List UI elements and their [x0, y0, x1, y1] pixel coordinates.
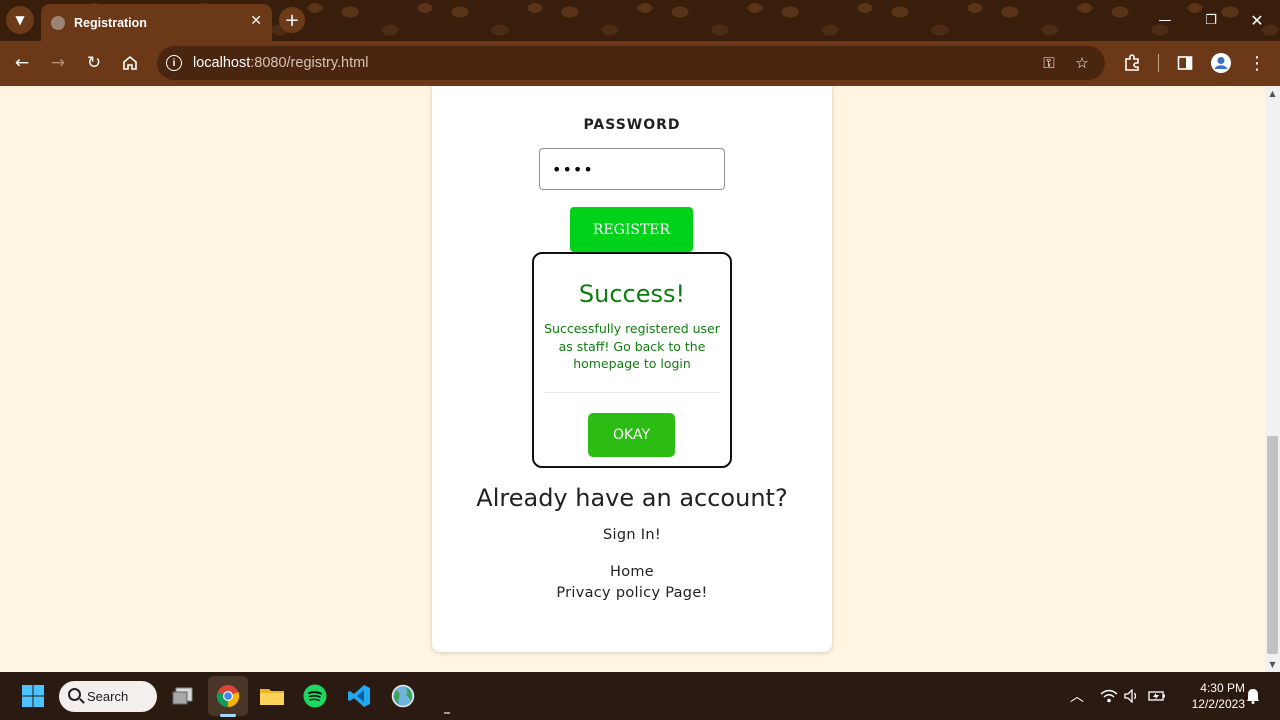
show-hidden-icons-button[interactable]: ︿ — [1066, 672, 1088, 720]
toolbar-divider — [1158, 54, 1159, 72]
forward-button[interactable]: → — [44, 49, 72, 77]
address-bar[interactable]: i localhost:8080/registry.html ⚿ ☆ — [157, 46, 1105, 80]
browser-toolbar: ← → ↻ i localhost:8080/registry.html ⚿ ☆ — [0, 41, 1280, 86]
reload-button[interactable]: ↻ — [80, 49, 108, 77]
bell-icon — [1247, 689, 1259, 704]
search-icon — [68, 688, 81, 701]
start-button[interactable] — [16, 672, 50, 720]
kebab-menu-icon: ⋮ — [1248, 52, 1266, 74]
password-value: •••• — [552, 159, 594, 179]
profile-button[interactable] — [1207, 49, 1235, 77]
globe-favicon-icon — [51, 15, 65, 30]
folder-icon — [260, 689, 284, 705]
url-host: localhost — [193, 55, 251, 71]
home-icon — [123, 55, 137, 70]
spotify-button[interactable] — [300, 672, 330, 720]
restore-icon: ❐ — [1205, 13, 1217, 28]
globe-app-icon — [391, 684, 415, 708]
chrome-taskbar-button[interactable] — [213, 672, 243, 720]
close-window-button[interactable]: ✕ — [1234, 0, 1280, 41]
already-have-account-heading: Already have an account? — [476, 484, 788, 512]
search-label: Search — [87, 689, 129, 704]
system-clock[interactable]: 4:30 PM 12/2/2023 — [1175, 680, 1245, 712]
side-panel-icon — [1177, 56, 1193, 70]
okay-button[interactable]: OKAY — [588, 413, 675, 457]
avatar-icon — [1211, 53, 1231, 73]
chevron-down-icon: ▼ — [15, 13, 25, 27]
tab-registration[interactable]: Registration ✕ — [41, 4, 272, 41]
plus-icon: + — [284, 9, 300, 31]
scroll-down-arrow-icon[interactable]: ▼ — [1265, 660, 1280, 669]
speaker-icon — [1124, 689, 1137, 703]
tab-strip: ▼ Registration ✕ + — ❐ ✕ — [0, 0, 1280, 41]
chevron-up-icon: ︿ — [1070, 689, 1084, 705]
spotify-icon — [303, 684, 327, 708]
dialog-title: Success! — [578, 280, 686, 308]
site-info-icon[interactable]: i — [166, 55, 182, 71]
bookmark-star-icon[interactable]: ☆ — [1072, 53, 1092, 73]
password-field[interactable]: •••• — [539, 148, 725, 190]
task-view-button[interactable] — [168, 672, 198, 720]
reload-icon: ↻ — [86, 53, 102, 73]
wifi-icon — [1100, 689, 1118, 703]
task-view-icon — [172, 687, 193, 705]
home-link[interactable]: Home — [432, 564, 832, 580]
file-explorer-button[interactable] — [257, 672, 287, 720]
taskbar-indicator — [444, 712, 450, 714]
windows-taskbar: Search ︿ 4:30 PM 12/2/2023 — [0, 672, 1280, 720]
minimize-button[interactable]: — — [1142, 0, 1188, 41]
url-path: :8080/registry.html — [250, 55, 369, 71]
side-panel-button[interactable] — [1171, 49, 1199, 77]
chrome-icon — [216, 685, 240, 708]
menu-button[interactable]: ⋮ — [1243, 49, 1271, 77]
page-viewport: PASSWORD •••• REGISTER Success! Successf… — [0, 86, 1265, 672]
home-button[interactable] — [116, 49, 144, 77]
battery-charging-icon — [1148, 691, 1165, 701]
scroll-up-arrow-icon[interactable]: ▲ — [1265, 89, 1280, 98]
extensions-button[interactable] — [1118, 49, 1146, 77]
privacy-policy-link[interactable]: Privacy policy Page! — [432, 585, 832, 601]
wifi-status[interactable] — [1098, 672, 1120, 720]
taskbar-search[interactable]: Search — [59, 681, 157, 712]
puzzle-icon — [1125, 54, 1139, 71]
clock-date: 12/2/2023 — [1191, 697, 1245, 711]
close-icon: ✕ — [1250, 11, 1264, 30]
back-button[interactable]: ← — [8, 49, 36, 77]
success-dialog: Success! Successfully registered user as… — [532, 252, 732, 468]
password-key-icon[interactable]: ⚿ — [1039, 53, 1059, 73]
new-tab-button[interactable]: + — [279, 7, 305, 33]
vscode-icon — [348, 685, 370, 707]
arrow-right-icon: → — [50, 53, 66, 73]
sign-in-link[interactable]: Sign In! — [432, 527, 832, 543]
scroll-thumb[interactable] — [1267, 436, 1278, 654]
notifications-button[interactable] — [1243, 672, 1263, 720]
vscode-button[interactable] — [344, 672, 374, 720]
tab-search-menu-button[interactable]: ▼ — [6, 6, 34, 34]
clock-time: 4:30 PM — [1200, 681, 1245, 695]
windows-logo-icon — [22, 685, 44, 707]
minimize-icon: — — [1158, 13, 1172, 28]
active-app-indicator — [220, 714, 236, 717]
battery-status[interactable] — [1146, 672, 1168, 720]
password-label: PASSWORD — [583, 117, 681, 133]
arrow-left-icon: ← — [14, 53, 30, 73]
tab-title: Registration — [74, 15, 147, 30]
dialog-divider — [544, 392, 720, 393]
restore-button[interactable]: ❐ — [1188, 0, 1234, 41]
globe-app-button[interactable] — [388, 672, 418, 720]
register-button[interactable]: REGISTER — [570, 207, 693, 252]
registration-card: PASSWORD •••• REGISTER Success! Successf… — [432, 86, 832, 652]
tab-close-icon[interactable]: ✕ — [250, 12, 262, 29]
dialog-message: Successfully registered user as staff! G… — [544, 321, 720, 371]
page-scrollbar[interactable]: ▲ ▼ — [1265, 86, 1280, 672]
volume-status[interactable] — [1121, 672, 1143, 720]
